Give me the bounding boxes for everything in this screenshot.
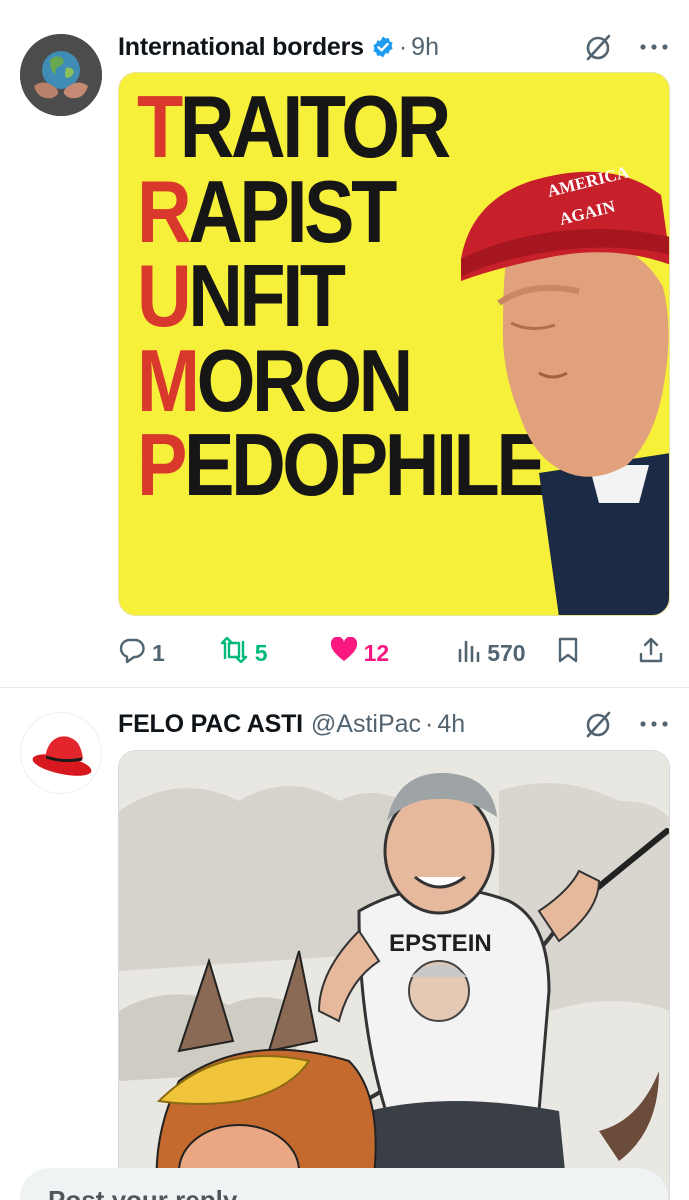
- bookmark-button[interactable]: [556, 636, 580, 670]
- verified-icon: [371, 35, 395, 59]
- reply-icon: [118, 636, 146, 670]
- tweet-actions: 1 5 12 570: [118, 636, 670, 670]
- more-icon[interactable]: [639, 719, 669, 729]
- reply-placeholder: Post your reply: [48, 1185, 238, 1200]
- more-icon[interactable]: [639, 42, 669, 52]
- repost-button[interactable]: 5: [219, 636, 268, 669]
- views-button[interactable]: 570: [457, 638, 526, 668]
- like-button[interactable]: 12: [330, 636, 390, 669]
- share-button[interactable]: [638, 636, 664, 670]
- tweet[interactable]: FELO PAC ASTI @AstiPac · 4h EPSTEIN: [0, 689, 689, 1200]
- portrait-illustration: AMERICA AGAIN: [461, 162, 669, 615]
- reply-button[interactable]: 1: [118, 636, 165, 670]
- views-icon: [457, 638, 481, 668]
- header-actions: [583, 30, 669, 64]
- tweet-image[interactable]: EPSTEIN: [118, 750, 670, 1200]
- author-name[interactable]: International borders: [118, 33, 364, 62]
- author-name[interactable]: FELO PAC ASTI: [118, 710, 303, 739]
- views-count: 570: [487, 639, 526, 666]
- timestamp[interactable]: 4h: [437, 710, 465, 739]
- author-handle[interactable]: @AstiPac: [311, 710, 421, 739]
- tweet-header: FELO PAC ASTI @AstiPac · 4h: [118, 707, 669, 741]
- tweet[interactable]: International borders · 9h TRAITOR RAPIS…: [0, 0, 689, 688]
- grok-icon[interactable]: [583, 32, 613, 62]
- tweet-image[interactable]: TRAITOR RAPIST UNFIT MORON PEDOPHILE AME…: [118, 72, 670, 616]
- header-actions: [583, 707, 669, 741]
- like-icon: [330, 636, 358, 669]
- grok-icon[interactable]: [583, 709, 613, 739]
- avatar[interactable]: [20, 34, 102, 116]
- like-count: 12: [363, 639, 390, 666]
- timestamp[interactable]: 9h: [411, 33, 439, 62]
- tweet-header: International borders · 9h: [118, 30, 669, 64]
- globe-in-hands-image: [20, 34, 102, 116]
- bookmark-icon: [556, 636, 580, 670]
- separator-dot: ·: [425, 709, 434, 738]
- reply-input[interactable]: Post your reply: [20, 1168, 668, 1200]
- repost-count: 5: [254, 639, 268, 666]
- reply-count: 1: [152, 639, 165, 666]
- separator-dot: ·: [398, 32, 408, 61]
- red-hat-logo: [32, 736, 92, 776]
- shirt-text: EPSTEIN: [389, 930, 492, 957]
- cartoon-illustration: EPSTEIN: [119, 751, 669, 1200]
- avatar[interactable]: [20, 712, 102, 794]
- share-icon: [638, 636, 664, 670]
- retweet-icon: [219, 636, 249, 669]
